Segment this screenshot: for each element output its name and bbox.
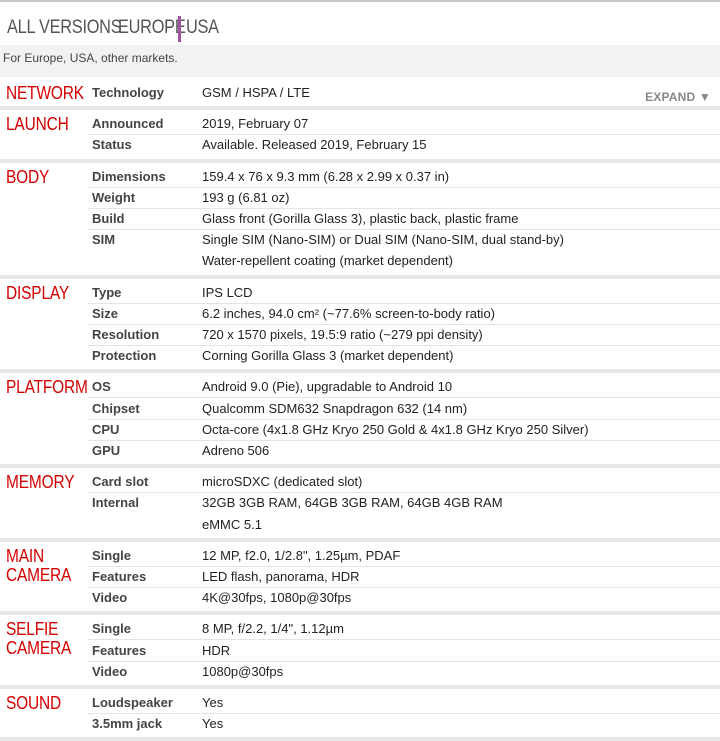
spec-value: GSM / HSPA / LTE [202,85,310,100]
spec-label: Loudspeaker [92,695,173,710]
spec-section-platform: PLATFORM OS Android 9.0 (Pie), upgradable … [0,373,720,465]
spec-value: eMMC 5.1 [202,516,262,532]
spec-label: Protection [92,348,157,364]
spec-row: Resolution 720 x 1570 pixels, 19.5:9 rati… [0,324,720,346]
spec-row: Single 8 MP, f/2.2, 1/4", 1.12µm [0,618,720,641]
version-tabs: ALL VERSIONS EUROPE USA [0,0,720,45]
spec-row: Announced 2019, February 07 [0,113,720,136]
spec-label: Internal [92,495,139,511]
spec-row: SIM Single SIM (Nano-SIM) or Dual SIM (Na… [0,229,720,250]
spec-row: Chipset Qualcomm SDM632 Snapdragon 632 (1… [0,398,720,420]
spec-section-body: BODY Dimensions 159.4 x 76 x 9.3 mm (6.28 … [0,162,720,275]
tab-europe[interactable]: EUROPE [118,16,186,40]
spec-label: SIM [92,232,116,248]
tab-usa[interactable]: USA [186,16,219,40]
spec-section-selfie-camera: SELFIE CAMERA Single 8 MP, f/2.2, 1/4", 1.… [0,615,720,685]
spec-value: Android 9.0 (Pie), upgradable to Android… [202,379,453,395]
spec-value: 1080p@30fps [202,663,284,679]
spec-value: microSDXC (dedicated slot) [202,474,363,490]
spec-label: Size [92,305,119,321]
spec-label: Status [92,137,132,153]
spec-value: HDR [202,642,231,658]
spec-row: Technology GSM / HSPA / LTE [0,82,720,103]
spec-row: Video 1080p@30fps [0,661,720,682]
spec-label: Type [92,284,122,300]
spec-row: Status Available. Released 2019, February… [0,134,720,155]
spec-value: Corning Gorilla Glass 3 (market dependen… [202,348,454,364]
spec-value: 193 g (6.81 oz) [202,189,290,205]
spec-row: Single 12 MP, f2.0, 1/2.8", 1.25µm, PDAF [0,545,720,567]
spec-value: IPS LCD [202,284,253,300]
spec-value: 12 MP, f2.0, 1/2.8", 1.25µm, PDAF [202,547,401,563]
spec-section-main-camera: MAIN CAMERA Single 12 MP, f2.0, 1/2.8", 1.… [0,541,720,612]
spec-value: Yes [202,716,224,732]
section-separator [0,737,720,741]
spec-label: Technology [92,85,164,100]
spec-value: Available. Released 2019, February 15 [202,137,427,153]
spec-row: GPU Adreno 506 [0,440,720,461]
spec-section-network: NETWORK Technology GSM / HSPA / LTE EXPAND … [0,77,720,107]
spec-value: 159.4 x 76 x 9.3 mm (6.28 x 2.99 x 0.37 … [202,168,450,184]
spec-row: OS Android 9.0 (Pie), upgradable to Andro… [0,376,720,399]
spec-label: Weight [92,189,136,205]
spec-value: 8 MP, f/2.2, 1/4", 1.12µm [202,621,344,637]
spec-value: 720 x 1570 pixels, 19.5:9 ratio (~279 pp… [202,326,483,342]
spec-label: Card slot [92,474,149,490]
active-tab-indicator [178,16,181,42]
spec-row: Size 6.2 inches, 94.0 cm² (~77.6% screen-… [0,303,720,325]
spec-label: CPU [92,421,120,437]
spec-label: Chipset [92,400,140,416]
spec-section-sound: SOUND Loudspeaker Yes 3.5mm jack Yes [0,689,720,738]
spec-label: Dimensions [92,168,166,184]
spec-value: LED flash, panorama, HDR [202,568,360,584]
spec-row: Features LED flash, panorama, HDR [0,566,720,588]
spec-label: Features [92,568,147,584]
spec-row: Features HDR [0,640,720,662]
spec-section-display: DISPLAY Type IPS LCD Size 6.2 inches, 94.0 c… [0,278,720,370]
spec-value: Yes [202,695,224,710]
spec-row: Type IPS LCD [0,282,720,304]
spec-label: Single [92,621,132,637]
spec-value: Qualcomm SDM632 Snapdragon 632 (14 nm) [202,400,468,416]
spec-label: GPU [92,442,121,458]
spec-row: 3.5mm jack Yes [0,713,720,734]
spec-label: Build [92,210,125,226]
spec-row: Card slot microSDXC (dedicated slot) [0,471,720,494]
spec-row: Video 4K@30fps, 1080p@30fps [0,587,720,608]
spec-row: eMMC 5.1 [0,514,720,535]
spec-label: Video [92,663,128,679]
spec-row: CPU Octa-core (4x1.8 GHz Kryo 250 Gold & … [0,419,720,441]
spec-row: Internal 32GB 3GB RAM, 64GB 3GB RAM, 64GB… [0,492,720,513]
spec-section-launch: LAUNCH Announced 2019, February 07 Status Av… [0,110,720,159]
spec-value: 4K@30fps, 1080p@30fps [202,590,352,606]
spec-value: Adreno 506 [202,442,270,458]
spec-row: Protection Corning Gorilla Glass 3 (marke… [0,345,720,366]
spec-value: 6.2 inches, 94.0 cm² (~77.6% screen-to-b… [202,305,496,321]
spec-value: Glass front (Gorilla Glass 3), plastic b… [202,210,519,226]
spec-row: Build Glass front (Gorilla Glass 3), plas… [0,208,720,230]
spec-row: Water-repellent coating (market dependen… [0,250,720,271]
spec-value: 2019, February 07 [202,116,309,132]
markets-note: For Europe, USA, other markets. [3,51,178,65]
spec-row: Loudspeaker Yes [0,692,720,714]
tab-all-versions[interactable]: ALL VERSIONS [7,16,122,40]
spec-label: 3.5mm jack [92,716,163,732]
spec-value: 32GB 3GB RAM, 64GB 3GB RAM, 64GB 4GB RAM [202,495,503,511]
spec-section-memory: MEMORY Card slot microSDXC (dedicated slot… [0,468,720,538]
spec-value: Single SIM (Nano-SIM) or Dual SIM (Nano-… [202,232,564,248]
spec-value: Water-repellent coating (market dependen… [202,253,453,269]
spec-value: Octa-core (4x1.8 GHz Kryo 250 Gold & 4x1… [202,421,589,437]
spec-label: Announced [92,116,164,132]
spec-row: Weight 193 g (6.81 oz) [0,187,720,209]
expand-button[interactable]: EXPAND ▼ [645,90,711,104]
spec-label: OS [92,379,111,395]
spec-label: Video [92,590,128,606]
spec-label: Single [92,547,132,563]
spec-label: Features [92,642,147,658]
spec-row: Dimensions 159.4 x 76 x 9.3 mm (6.28 x 2.… [0,166,720,188]
spec-label: Resolution [92,326,160,342]
